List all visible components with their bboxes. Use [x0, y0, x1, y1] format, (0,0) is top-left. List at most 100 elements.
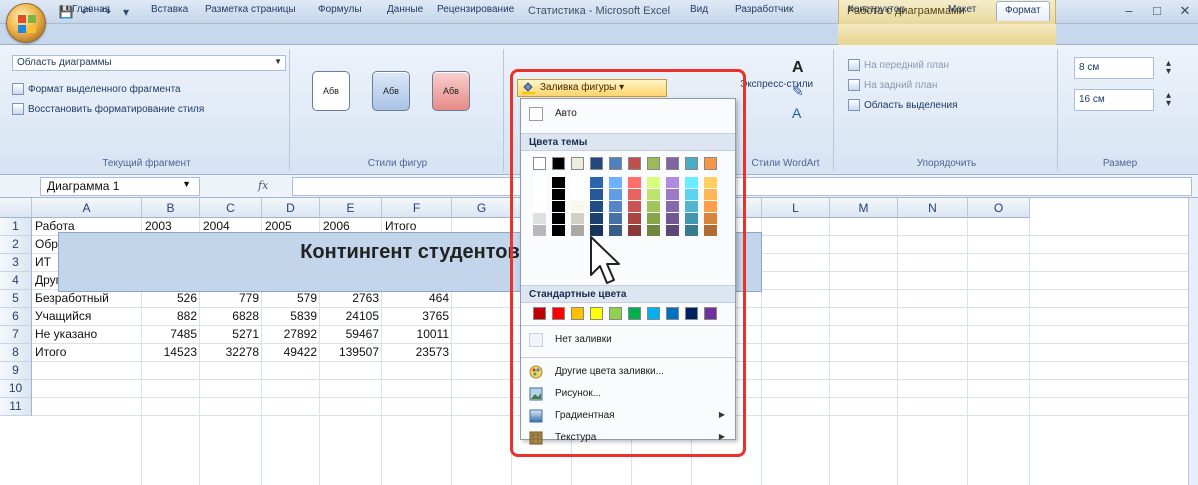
- table-cell[interactable]: 5839: [262, 308, 320, 326]
- column-header[interactable]: N: [898, 198, 968, 218]
- column-header[interactable]: L: [762, 198, 830, 218]
- tab-formulas[interactable]: Формулы: [318, 4, 362, 15]
- send-backward-icon: [848, 79, 860, 91]
- table-cell[interactable]: 5271: [200, 326, 262, 344]
- close-icon[interactable]: ✕: [1178, 3, 1192, 19]
- column-header[interactable]: M: [830, 198, 898, 218]
- name-box[interactable]: Диаграмма 1 ▼: [40, 177, 200, 196]
- shape-style-3[interactable]: Абв: [432, 71, 470, 111]
- text-effects-icon[interactable]: A: [792, 105, 801, 121]
- maximize-icon[interactable]: □: [1150, 3, 1164, 19]
- table-cell[interactable]: 23573: [382, 344, 452, 362]
- tab-home[interactable]: Главная: [72, 4, 110, 15]
- tab-insert[interactable]: Вставка: [151, 4, 188, 15]
- row-header[interactable]: 5: [0, 290, 32, 308]
- row-header[interactable]: 4: [0, 272, 32, 290]
- table-cell[interactable]: 49422: [262, 344, 320, 362]
- table-cell[interactable]: 6828: [200, 308, 262, 326]
- table-cell[interactable]: 32278: [200, 344, 262, 362]
- tab-data[interactable]: Данные: [387, 4, 423, 15]
- mouse-cursor-icon: [590, 236, 620, 284]
- group-label: Размер: [1102, 158, 1138, 169]
- bring-forward-button[interactable]: На передний план: [848, 59, 949, 71]
- column-header[interactable]: O: [968, 198, 1030, 218]
- gridline: [829, 218, 830, 485]
- shape-style-1[interactable]: Абв: [312, 71, 350, 111]
- send-backward-button[interactable]: На задний план: [848, 79, 937, 91]
- tab-view[interactable]: Вид: [690, 4, 708, 15]
- format-selection-icon: [12, 83, 24, 95]
- table-cell[interactable]: 2763: [320, 290, 382, 308]
- fx-icon[interactable]: fx: [258, 179, 268, 192]
- row-header[interactable]: 10: [0, 380, 32, 398]
- table-cell[interactable]: 14523: [142, 344, 200, 362]
- row-header[interactable]: 2: [0, 236, 32, 254]
- shape-style-2[interactable]: Абв: [372, 71, 410, 111]
- gridline: [1029, 218, 1030, 485]
- chevron-down-icon[interactable]: ▼: [182, 179, 191, 189]
- vertical-scrollbar[interactable]: [1188, 198, 1198, 485]
- group-label: Текущий фрагмент: [102, 158, 191, 169]
- table-cell[interactable]: 7485: [142, 326, 200, 344]
- row-header[interactable]: 1: [0, 218, 32, 236]
- column-header[interactable]: A: [32, 198, 142, 218]
- minimize-icon[interactable]: –: [1122, 3, 1136, 19]
- column-header[interactable]: D: [262, 198, 320, 218]
- table-cell[interactable]: Не указано: [32, 326, 142, 344]
- table-cell[interactable]: 464: [382, 290, 452, 308]
- spinner-icon[interactable]: ▴ ▾: [1166, 91, 1171, 109]
- tab-page-layout[interactable]: Разметка страницы: [205, 4, 296, 15]
- select-all-corner[interactable]: [0, 198, 32, 218]
- row-header[interactable]: 3: [0, 254, 32, 272]
- table-cell[interactable]: Учащийся: [32, 308, 142, 326]
- column-header[interactable]: B: [142, 198, 200, 218]
- table-cell[interactable]: 3765: [382, 308, 452, 326]
- column-header[interactable]: E: [320, 198, 382, 218]
- gridline: [897, 218, 898, 485]
- format-selection-button[interactable]: Формат выделенного фрагмента: [12, 83, 181, 95]
- row-header[interactable]: 8: [0, 344, 32, 362]
- bring-forward-icon: [848, 59, 860, 71]
- column-header[interactable]: G: [452, 198, 512, 218]
- chart-elements-select[interactable]: Область диаграммы ▼: [12, 55, 286, 71]
- tab-review[interactable]: Рецензирование: [437, 4, 514, 15]
- reset-style-button[interactable]: Восстановить форматирование стиля: [12, 103, 204, 115]
- spinner-icon[interactable]: ▴ ▾: [1166, 59, 1171, 77]
- table-cell[interactable]: 27892: [262, 326, 320, 344]
- text-fill-icon[interactable]: A: [792, 59, 804, 77]
- group-label: Стили фигур: [367, 158, 428, 169]
- tab-layout[interactable]: Макет: [948, 4, 976, 15]
- group-shape-styles: Абв Абв Абв Стили фигур: [292, 49, 504, 171]
- table-cell[interactable]: 24105: [320, 308, 382, 326]
- row-header[interactable]: 11: [0, 398, 32, 416]
- selection-pane-button[interactable]: Область выделения: [848, 99, 958, 111]
- row-header[interactable]: 6: [0, 308, 32, 326]
- chart-tools-tabs-bg: [838, 24, 1056, 45]
- table-cell[interactable]: 59467: [320, 326, 382, 344]
- table-cell[interactable]: Итого: [32, 344, 142, 362]
- gridline: [967, 218, 968, 485]
- chevron-down-icon: ▼: [274, 57, 282, 66]
- window-controls: – □ ✕: [1122, 3, 1192, 19]
- shape-height-field[interactable]: 8 см ▴ ▾: [1074, 57, 1171, 79]
- row-header[interactable]: 7: [0, 326, 32, 344]
- tab-format[interactable]: Формат: [996, 1, 1050, 21]
- table-cell[interactable]: 779: [200, 290, 262, 308]
- shape-width-field[interactable]: 16 см ▴ ▾: [1074, 89, 1171, 111]
- table-cell[interactable]: 10011: [382, 326, 452, 344]
- column-header[interactable]: F: [382, 198, 452, 218]
- quick-styles-button[interactable]: Экспресс-стили: [740, 79, 832, 93]
- table-cell[interactable]: 139507: [320, 344, 382, 362]
- text-outline-icon[interactable]: ✎: [792, 83, 804, 100]
- office-logo-icon: [18, 15, 36, 33]
- column-header[interactable]: C: [200, 198, 262, 218]
- office-button[interactable]: [6, 3, 46, 43]
- tab-developer[interactable]: Разработчик: [735, 4, 793, 15]
- table-cell[interactable]: 882: [142, 308, 200, 326]
- tab-design[interactable]: Конструктор: [848, 4, 905, 15]
- table-cell[interactable]: Безработный: [32, 290, 142, 308]
- row-header[interactable]: 9: [0, 362, 32, 380]
- group-arrange: На передний план На задний план Область …: [836, 49, 1058, 171]
- table-cell[interactable]: 579: [262, 290, 320, 308]
- table-cell[interactable]: 526: [142, 290, 200, 308]
